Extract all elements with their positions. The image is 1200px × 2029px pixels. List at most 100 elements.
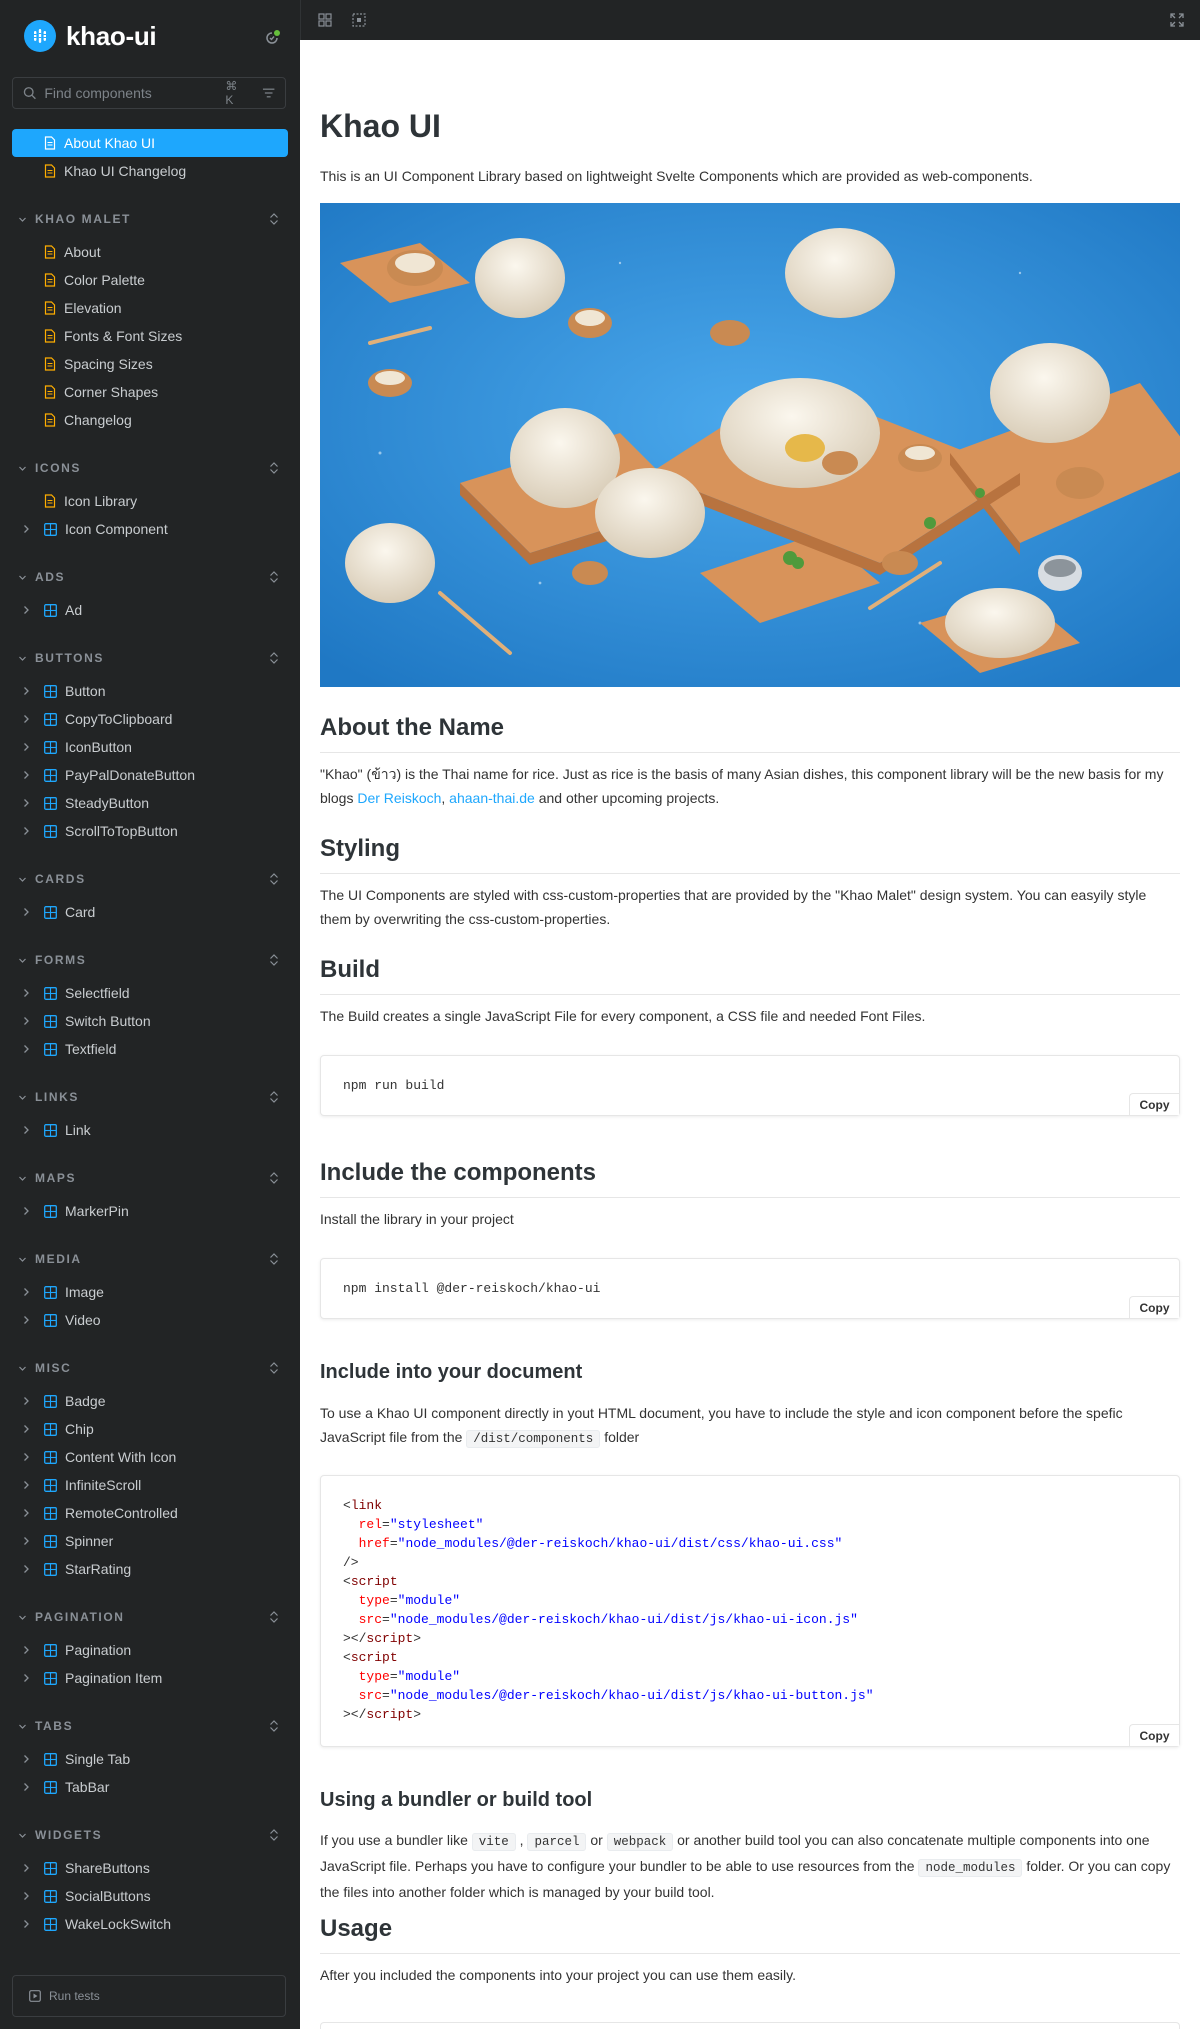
sidebar-item[interactable]: Spacing Sizes [12, 350, 288, 378]
sidebar-section-header[interactable]: WIDGETS [12, 1821, 288, 1849]
sidebar-item[interactable]: TabBar [12, 1773, 288, 1801]
fullscreen-icon[interactable] [1169, 12, 1185, 28]
sidebar-item[interactable]: SteadyButton [12, 789, 288, 817]
sidebar-item[interactable]: About Khao UI [12, 129, 288, 157]
copy-button[interactable]: Copy [1129, 1093, 1179, 1115]
component-icon [44, 1889, 57, 1903]
sidebar-item[interactable]: WakeLockSwitch [12, 1910, 288, 1938]
sidebar-item-label: CopyToClipboard [65, 711, 173, 727]
sidebar-section-title: BUTTONS [35, 651, 104, 665]
copy-button[interactable]: Copy [1129, 1724, 1179, 1746]
expand-collapse-icon[interactable] [268, 1090, 280, 1104]
heading-bundler: Using a bundler or build tool [320, 1789, 593, 1811]
sidebar-item[interactable]: CopyToClipboard [12, 705, 288, 733]
sidebar-item[interactable]: Color Palette [12, 266, 288, 294]
expand-collapse-icon[interactable] [268, 1361, 280, 1375]
sidebar-item-label: Pagination Item [65, 1670, 163, 1686]
sidebar-section-header[interactable]: MISC [12, 1354, 288, 1382]
about-text-end: and other upcoming projects. [534, 790, 720, 806]
bundler-text: If you use a bundler like vite , parcel … [320, 1828, 1180, 1904]
grid-icon[interactable] [317, 12, 333, 28]
sidebar-item[interactable]: Icon Library [12, 487, 288, 515]
sidebar-item[interactable]: Chip [12, 1415, 288, 1443]
sidebar-item[interactable]: Icon Component [12, 515, 288, 543]
sidebar-item[interactable]: Button [12, 677, 288, 705]
component-icon [44, 1450, 57, 1464]
sidebar-item[interactable]: Textfield [12, 1035, 288, 1063]
sidebar-item[interactable]: Fonts & Font Sizes [12, 322, 288, 350]
sidebar-item[interactable]: Corner Shapes [12, 378, 288, 406]
sidebar-item[interactable]: InfiniteScroll [12, 1471, 288, 1499]
sidebar-item[interactable]: Selectfield [12, 979, 288, 1007]
sidebar-item[interactable]: Single Tab [12, 1745, 288, 1773]
sidebar-item[interactable]: PayPalDonateButton [12, 761, 288, 789]
link-der-reiskoch[interactable]: Der Reiskoch [357, 790, 441, 806]
brand[interactable]: khao-ui [24, 20, 157, 52]
preview-toolbar [300, 0, 1200, 40]
caret-down-icon [19, 1176, 26, 1181]
expand-collapse-icon[interactable] [268, 570, 280, 584]
sidebar-item[interactable]: MarkerPin [12, 1197, 288, 1225]
sidebar-item-label: Khao UI Changelog [64, 163, 187, 179]
sidebar-item[interactable]: Badge [12, 1387, 288, 1415]
sidebar-item[interactable]: Khao UI Changelog [12, 157, 288, 185]
sidebar-item[interactable]: ShareButtons [12, 1854, 288, 1882]
sidebar-section-header[interactable]: LINKS [12, 1083, 288, 1111]
sidebar-item[interactable]: Pagination [12, 1636, 288, 1664]
sidebar-item[interactable]: About [12, 238, 288, 266]
addon-status-icon[interactable] [262, 28, 282, 48]
sidebar-section-header[interactable]: CARDS [12, 865, 288, 893]
expand-collapse-icon[interactable] [268, 651, 280, 665]
sidebar-item-label: MarkerPin [65, 1203, 129, 1219]
sidebar-section-header[interactable]: FORMS [12, 946, 288, 974]
expand-collapse-icon[interactable] [268, 1719, 280, 1733]
sidebar-item[interactable]: Video [12, 1306, 288, 1334]
sidebar-section-header[interactable]: MEDIA [12, 1245, 288, 1273]
sidebar-item[interactable]: Changelog [12, 406, 288, 434]
sidebar-item[interactable]: IconButton [12, 733, 288, 761]
sidebar-section-header[interactable]: KHAO MALET [12, 205, 288, 233]
sidebar-item[interactable]: Ad [12, 596, 288, 624]
sidebar-item[interactable]: Content With Icon [12, 1443, 288, 1471]
expand-collapse-icon[interactable] [268, 953, 280, 967]
expand-collapse-icon[interactable] [268, 461, 280, 475]
styling-text: The UI Components are styled with css-cu… [320, 887, 1147, 927]
filter-icon[interactable] [262, 86, 275, 100]
sidebar-item[interactable]: Link [12, 1116, 288, 1144]
expand-collapse-icon[interactable] [268, 1828, 280, 1842]
sidebar-section-header[interactable]: PAGINATION [12, 1603, 288, 1631]
run-tests-button[interactable]: Run tests [12, 1975, 286, 2017]
sidebar-item-label: Link [65, 1122, 91, 1138]
expand-collapse-icon[interactable] [268, 1610, 280, 1624]
sidebar-section-header[interactable]: ICONS [12, 454, 288, 482]
bundler-part: , [515, 1832, 528, 1848]
sidebar-item[interactable]: Elevation [12, 294, 288, 322]
sidebar-item[interactable]: Image [12, 1278, 288, 1306]
copy-button[interactable]: Copy [1129, 1296, 1179, 1318]
search-input[interactable] [44, 85, 226, 101]
outline-icon[interactable] [351, 12, 367, 28]
sidebar-item[interactable]: Pagination Item [12, 1664, 288, 1692]
sidebar-section-header[interactable]: TABS [12, 1712, 288, 1740]
sidebar-section-header[interactable]: BUTTONS [12, 644, 288, 672]
chevron-right-icon [24, 715, 29, 723]
sidebar-item[interactable]: Card [12, 898, 288, 926]
search-field[interactable]: ⌘ K [12, 77, 286, 109]
link-ahaan-thai[interactable]: ahaan-thai.de [449, 790, 535, 806]
expand-collapse-icon[interactable] [268, 1252, 280, 1266]
sidebar-section-header[interactable]: ADS [12, 563, 288, 591]
expand-collapse-icon[interactable] [268, 212, 280, 226]
expand-collapse-icon[interactable] [268, 872, 280, 886]
sidebar-item-label: SocialButtons [65, 1888, 151, 1904]
sidebar-item[interactable]: Spinner [12, 1527, 288, 1555]
sidebar-item[interactable]: StarRating [12, 1555, 288, 1583]
expand-collapse-icon[interactable] [268, 1171, 280, 1185]
sidebar-section-header[interactable]: MAPS [12, 1164, 288, 1192]
sidebar-item[interactable]: Switch Button [12, 1007, 288, 1035]
sidebar-item[interactable]: ScrollToTopButton [12, 817, 288, 845]
sidebar-item[interactable]: RemoteControlled [12, 1499, 288, 1527]
sidebar-item[interactable]: SocialButtons [12, 1882, 288, 1910]
sidebar-item-label: PayPalDonateButton [65, 767, 195, 783]
